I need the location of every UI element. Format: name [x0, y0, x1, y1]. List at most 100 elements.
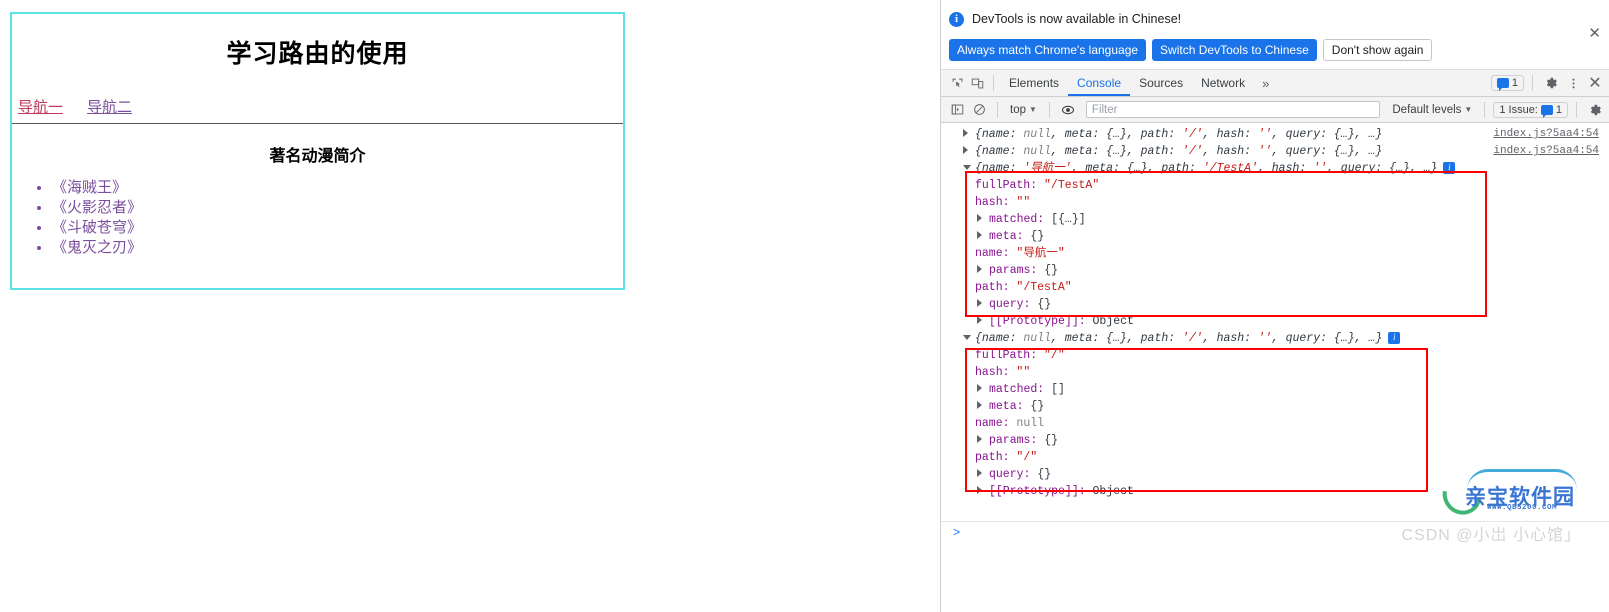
close-devtools-icon[interactable]: ✕ — [1585, 73, 1605, 93]
object-property: fullPath: "/" — [941, 347, 1609, 364]
twisty-closed-icon[interactable] — [977, 435, 982, 443]
dont-show-again-button[interactable]: Don't show again — [1322, 39, 1433, 61]
console-prompt[interactable]: > — [941, 521, 1609, 544]
console-message[interactable]: {name: null, meta: {…}, path: '/', hash:… — [941, 126, 1609, 143]
divider — [1048, 101, 1050, 118]
twisty-closed-icon[interactable] — [977, 214, 982, 222]
twisty-closed-icon[interactable] — [963, 146, 968, 154]
watermark-logo-url: WWW.QB5200.COM — [1487, 504, 1558, 512]
object-property[interactable]: meta: {} — [941, 398, 1609, 415]
always-match-language-button[interactable]: Always match Chrome's language — [949, 39, 1147, 61]
object-property: fullPath: "/TestA" — [941, 177, 1609, 194]
property-value: Object — [1092, 485, 1134, 498]
console-filter-input[interactable] — [1085, 101, 1381, 118]
property-name: path: — [975, 281, 1017, 294]
prompt-symbol: > — [953, 526, 961, 540]
close-icon[interactable]: ✕ — [1588, 26, 1601, 41]
twisty-closed-icon[interactable] — [977, 265, 982, 273]
issues-label: 1 Issue: — [1499, 103, 1538, 116]
info-icon[interactable]: i — [1388, 331, 1401, 344]
console-filter-bar: top ▼ Default levels ▼ 1 Issue: 1 — [941, 97, 1609, 123]
console-message[interactable]: {name: null, meta: {…}, path: '/', hash:… — [941, 330, 1609, 347]
section-title: 著名动漫简介 — [269, 148, 366, 165]
object-property[interactable]: params: {} — [941, 432, 1609, 449]
message-bubble-icon — [1496, 78, 1509, 91]
switch-to-chinese-button[interactable]: Switch DevTools to Chinese — [1152, 39, 1317, 61]
tab-network[interactable]: Network — [1192, 70, 1254, 96]
execution-context-select[interactable]: top ▼ — [1006, 104, 1041, 116]
object-property[interactable]: params: {} — [941, 262, 1609, 279]
twisty-closed-icon[interactable] — [977, 486, 982, 494]
property-name: query: — [989, 298, 1038, 311]
property-name: matched: — [989, 213, 1052, 226]
divider — [993, 75, 994, 91]
object-property[interactable]: matched: [{…}] — [941, 211, 1609, 228]
twisty-closed-icon[interactable] — [977, 469, 982, 477]
source-link[interactable]: index.js?5aa4:54 — [1493, 126, 1599, 143]
console-sidebar-icon[interactable] — [947, 100, 967, 120]
object-property: path: "/TestA" — [941, 279, 1609, 296]
object-property[interactable]: query: {} — [941, 296, 1609, 313]
nav-link-1[interactable]: 导航一 — [18, 99, 63, 116]
property-name: hash: — [975, 196, 1017, 209]
tab-console[interactable]: Console — [1068, 70, 1131, 96]
object-property[interactable]: matched: [] — [941, 381, 1609, 398]
device-toolbar-icon[interactable] — [967, 73, 987, 93]
chevron-down-icon: ▼ — [1464, 105, 1473, 114]
property-name: meta: — [989, 230, 1031, 243]
property-value: "/TestA" — [1016, 281, 1072, 294]
object-property: name: null — [941, 415, 1609, 432]
property-value: "" — [1016, 366, 1031, 379]
inspect-element-icon[interactable] — [947, 73, 967, 93]
settings-gear-icon[interactable] — [1541, 73, 1561, 93]
property-name: [[Prototype]]: — [989, 315, 1093, 328]
info-icon[interactable]: i — [1443, 161, 1456, 174]
console-message-list[interactable]: {name: null, meta: {…}, path: '/', hash:… — [941, 123, 1609, 612]
twisty-closed-icon[interactable] — [963, 129, 968, 137]
object-preview: {name: null, meta: {…}, path: '/', hash:… — [975, 128, 1383, 141]
log-levels-select[interactable]: Default levels ▼ — [1388, 104, 1476, 116]
log-levels-value: Default levels — [1392, 103, 1462, 116]
more-options-icon[interactable] — [1563, 73, 1583, 93]
nav-link-2[interactable]: 导航二 — [87, 99, 132, 116]
tab-sources[interactable]: Sources — [1130, 70, 1192, 96]
more-tabs-icon[interactable]: » — [1254, 76, 1277, 91]
message-count-badge[interactable]: 1 — [1490, 75, 1524, 91]
property-name: fullPath: — [975, 179, 1045, 192]
property-name: path: — [975, 451, 1017, 464]
property-value: [] — [1051, 383, 1065, 396]
object-property[interactable]: query: {} — [941, 466, 1609, 483]
language-notification-banner: i DevTools is now available in Chinese! … — [941, 0, 1609, 70]
property-name: params: — [989, 264, 1045, 277]
message-count-value: 1 — [1511, 77, 1518, 89]
clear-console-icon[interactable] — [969, 100, 989, 120]
twisty-closed-icon[interactable] — [977, 299, 982, 307]
object-property: hash: "" — [941, 364, 1609, 381]
issues-chip[interactable]: 1 Issue: 1 — [1493, 101, 1568, 118]
twisty-open-icon[interactable] — [963, 165, 971, 174]
property-name: name: — [975, 417, 1017, 430]
object-property[interactable]: meta: {} — [941, 228, 1609, 245]
tab-elements[interactable]: Elements — [1000, 70, 1068, 96]
twisty-open-icon[interactable] — [963, 335, 971, 344]
property-value: "导航一" — [1016, 247, 1065, 260]
live-expression-icon[interactable] — [1058, 100, 1078, 120]
twisty-closed-icon[interactable] — [977, 231, 982, 239]
property-value: null — [1016, 417, 1045, 430]
devtools-panel: i DevTools is now available in Chinese! … — [940, 0, 1609, 612]
property-value: "/TestA" — [1044, 179, 1100, 192]
console-settings-gear-icon[interactable] — [1585, 100, 1605, 120]
property-value: "/" — [1044, 349, 1065, 362]
object-property[interactable]: [[Prototype]]: Object — [941, 483, 1609, 500]
twisty-closed-icon[interactable] — [977, 384, 982, 392]
message-bubble-icon — [1540, 104, 1553, 118]
source-link[interactable]: index.js?5aa4:54 — [1493, 143, 1599, 160]
object-property[interactable]: [[Prototype]]: Object — [941, 313, 1609, 330]
anime-list: 《海贼王》 《火影忍者》 《斗破苍穹》 《鬼灭之刃》 — [12, 172, 623, 258]
property-name: query: — [989, 468, 1038, 481]
twisty-closed-icon[interactable] — [977, 401, 982, 409]
divider — [997, 101, 998, 118]
property-value: Object — [1092, 315, 1134, 328]
console-message[interactable]: {name: '导航一', meta: {…}, path: '/TestA',… — [941, 145, 1609, 177]
twisty-closed-icon[interactable] — [977, 316, 982, 324]
